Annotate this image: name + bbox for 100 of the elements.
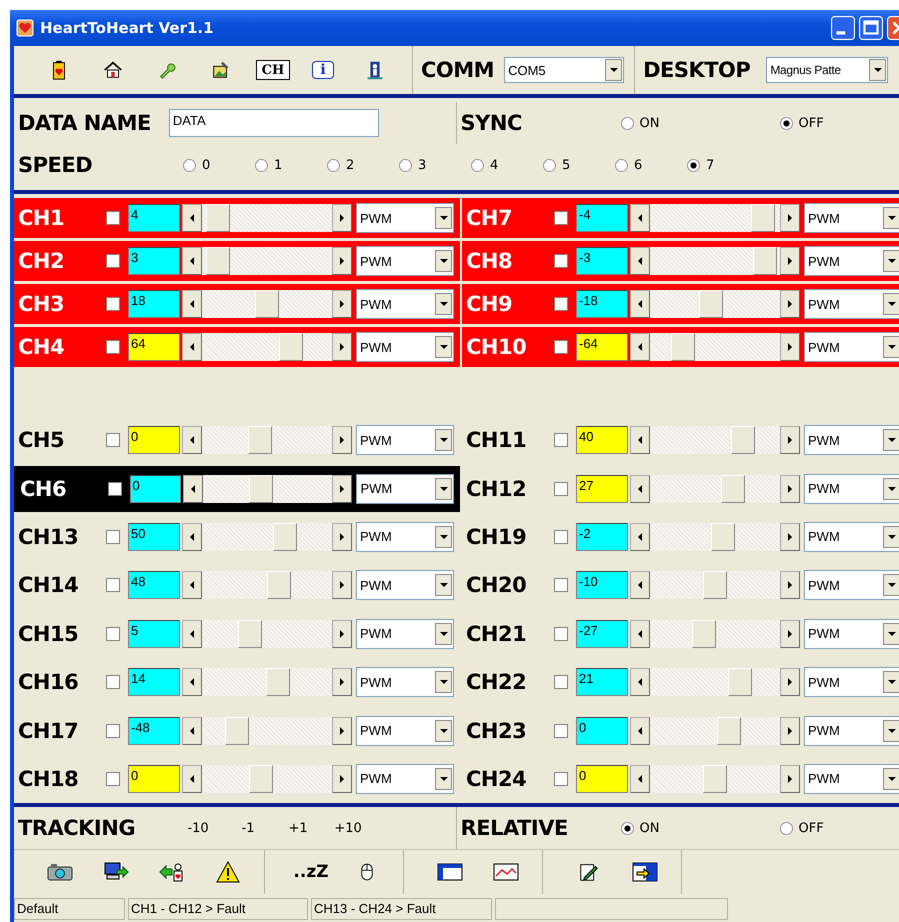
slider-thumb[interactable] — [248, 426, 272, 454]
scroll-right-button[interactable] — [780, 290, 800, 318]
mode-dropdown[interactable]: PWM — [356, 716, 454, 746]
value-field[interactable]: -27 — [576, 620, 628, 648]
slider-thumb[interactable] — [716, 716, 741, 745]
scroll-right-button[interactable] — [780, 333, 800, 361]
checkbox[interactable] — [554, 772, 568, 786]
mode-dropdown[interactable]: PWM — [804, 764, 899, 794]
scroll-right-button[interactable] — [780, 522, 800, 551]
scroll-right-button[interactable] — [780, 668, 800, 696]
slider-thumb[interactable] — [711, 522, 736, 551]
sleep-button[interactable]: ..zZ — [283, 852, 339, 892]
relative-radio[interactable]: OFF — [780, 820, 824, 836]
mode-dropdown[interactable]: PWM — [356, 764, 454, 794]
mode-dropdown[interactable]: PWM — [804, 425, 899, 456]
slider-thumb[interactable] — [671, 333, 696, 361]
desktop-dropdown[interactable]: Magnus Patte — [766, 57, 888, 83]
speed-radio[interactable]: 5 — [543, 158, 583, 172]
scroll-left-button[interactable] — [182, 716, 202, 745]
ch-button[interactable]: CH — [256, 60, 290, 80]
slider-thumb[interactable] — [698, 290, 723, 318]
value-field[interactable]: 0 — [128, 426, 180, 454]
slider-thumb[interactable] — [721, 474, 746, 503]
checkbox[interactable] — [108, 482, 122, 496]
value-field[interactable]: 5 — [128, 620, 180, 648]
checkbox[interactable] — [106, 724, 120, 738]
scroll-left-button[interactable] — [630, 716, 650, 745]
scroll-left-button[interactable] — [182, 426, 202, 454]
slider-thumb[interactable] — [238, 620, 262, 648]
speed-radio[interactable]: 6 — [615, 158, 655, 172]
sync-radio[interactable]: OFF — [780, 116, 824, 130]
checkbox[interactable] — [554, 530, 568, 544]
minimize-button[interactable] — [831, 16, 855, 40]
checkbox[interactable] — [554, 626, 568, 641]
speed-radio[interactable]: 3 — [399, 158, 439, 172]
step-button[interactable]: -1 — [225, 820, 272, 836]
checkbox[interactable] — [554, 724, 568, 738]
mode-dropdown[interactable]: PWM — [356, 246, 454, 276]
scroll-left-button[interactable] — [630, 522, 650, 551]
value-field[interactable]: -48 — [128, 716, 180, 745]
mode-dropdown[interactable]: PWM — [356, 570, 454, 600]
value-field[interactable]: 0 — [576, 764, 628, 793]
mode-dropdown[interactable]: PWM — [804, 716, 899, 746]
value-field[interactable]: -10 — [576, 571, 628, 600]
relative-radio[interactable]: ON — [620, 820, 660, 836]
checkbox[interactable] — [554, 211, 568, 225]
scroll-left-button[interactable] — [630, 668, 650, 696]
speed-radio[interactable]: 4 — [471, 158, 511, 172]
slider-thumb[interactable] — [279, 333, 304, 361]
data-name-field[interactable]: DATA — [168, 109, 379, 137]
scroll-right-button[interactable] — [332, 764, 352, 793]
scroll-left-button[interactable] — [630, 247, 650, 275]
checkbox[interactable] — [554, 578, 568, 592]
scroll-left-button[interactable] — [630, 333, 650, 361]
step-button[interactable]: +1 — [275, 820, 322, 836]
scroll-right-button[interactable] — [332, 290, 352, 318]
mode-dropdown[interactable]: PWM — [804, 474, 899, 504]
checkbox[interactable] — [554, 675, 568, 690]
scroll-left-button[interactable] — [182, 333, 202, 361]
scroll-left-button[interactable] — [182, 204, 202, 232]
mode-dropdown[interactable]: PWM — [356, 425, 454, 456]
step-button[interactable]: -10 — [175, 820, 222, 836]
slider-thumb[interactable] — [728, 668, 752, 696]
scroll-right-button[interactable] — [332, 716, 352, 745]
comm-dropdown[interactable]: COM5 — [504, 57, 624, 83]
mode-dropdown[interactable]: PWM — [356, 289, 454, 319]
value-field[interactable]: 27 — [576, 474, 628, 503]
slider-thumb[interactable] — [692, 620, 716, 648]
slider-thumb[interactable] — [703, 764, 727, 793]
speed-radio[interactable]: 7 — [687, 158, 727, 172]
mode-dropdown[interactable]: PWM — [356, 667, 454, 698]
slider-thumb[interactable] — [206, 247, 230, 275]
slider-thumb[interactable] — [266, 668, 290, 696]
checkbox[interactable] — [554, 340, 568, 354]
slider-thumb[interactable] — [255, 290, 279, 318]
scroll-left-button[interactable] — [182, 247, 202, 275]
speed-radio[interactable]: 2 — [327, 158, 367, 172]
checkbox[interactable] — [106, 578, 120, 592]
scroll-left-button[interactable] — [182, 571, 202, 600]
value-field[interactable]: 64 — [128, 333, 180, 361]
value-field[interactable]: -64 — [576, 333, 628, 361]
scroll-right-button[interactable] — [780, 716, 800, 745]
value-field[interactable]: 21 — [576, 668, 628, 696]
mode-dropdown[interactable]: PWM — [356, 522, 454, 552]
slider-thumb[interactable] — [750, 204, 775, 232]
scroll-right-button[interactable] — [332, 522, 352, 551]
value-field[interactable]: 4 — [128, 204, 180, 232]
mode-dropdown[interactable]: PWM — [804, 246, 899, 276]
scroll-right-button[interactable] — [332, 474, 352, 503]
scroll-right-button[interactable] — [780, 247, 800, 275]
step-button[interactable]: +10 — [325, 820, 372, 836]
scroll-left-button[interactable] — [182, 620, 202, 648]
mode-dropdown[interactable]: PWM — [804, 203, 899, 233]
scroll-left-button[interactable] — [630, 571, 650, 600]
scroll-right-button[interactable] — [332, 620, 352, 648]
mode-dropdown[interactable]: PWM — [804, 667, 899, 698]
scroll-right-button[interactable] — [332, 571, 352, 600]
checkbox[interactable] — [554, 297, 568, 311]
info-button[interactable]: i — [312, 61, 334, 79]
checkbox[interactable] — [106, 626, 120, 641]
